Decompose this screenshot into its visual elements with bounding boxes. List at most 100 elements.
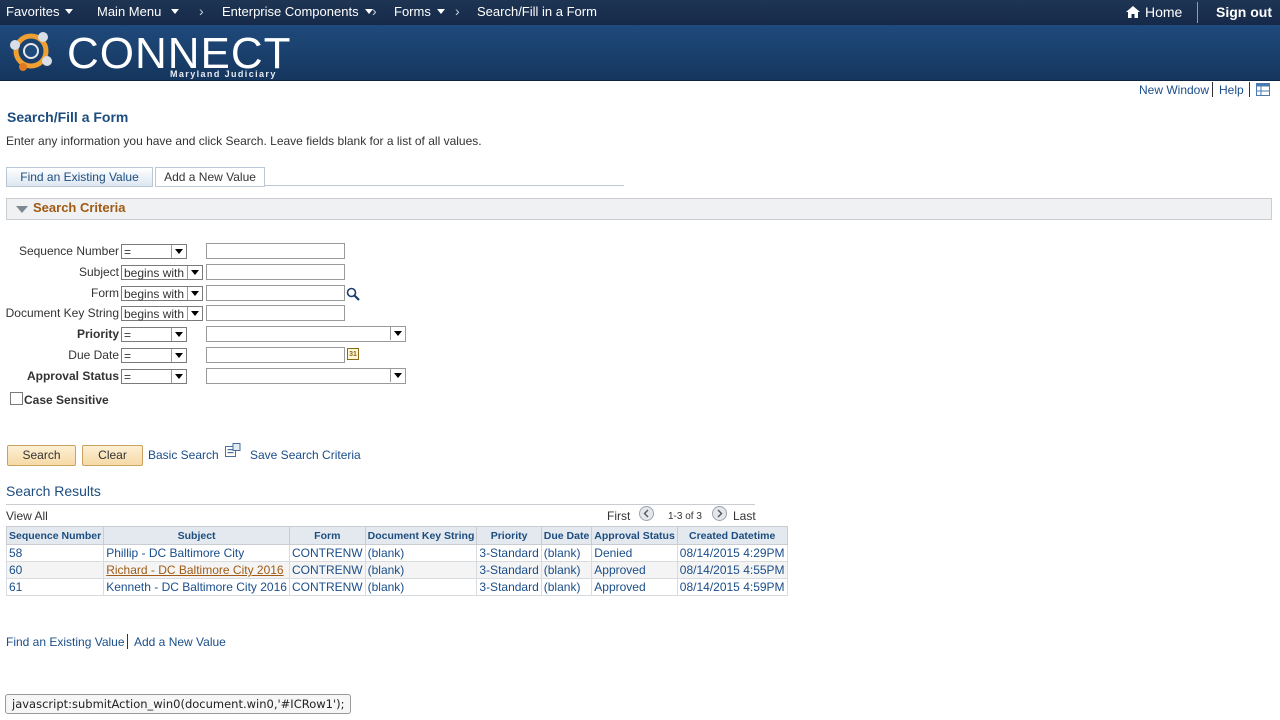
document-key-string-label: Document Key String: [5, 306, 119, 320]
view-all-link[interactable]: View All: [6, 509, 48, 523]
table-row[interactable]: 61 Kenneth - DC Baltimore City 2016 CONT…: [5, 578, 788, 596]
cell[interactable]: 08/14/2015 4:55PM: [676, 561, 788, 579]
cell[interactable]: Approved: [591, 561, 678, 579]
calendar-icon[interactable]: 31: [347, 348, 359, 360]
cell[interactable]: (blank): [364, 561, 478, 579]
new-window-link[interactable]: New Window: [1139, 83, 1209, 97]
home-label: Home: [1145, 4, 1183, 20]
search-criteria-label: Search Criteria: [33, 200, 126, 215]
cell[interactable]: CONTRENW: [288, 578, 366, 596]
cell[interactable]: Kenneth - DC Baltimore City 2016: [103, 578, 290, 596]
table-row[interactable]: 60 Richard - DC Baltimore City 2016 CONT…: [5, 561, 788, 579]
breadcrumb-separator-icon: ›: [372, 3, 377, 19]
cell[interactable]: CONTRENW: [288, 544, 366, 562]
cell[interactable]: (blank): [540, 578, 593, 596]
form-operator[interactable]: begins with: [121, 286, 203, 301]
cell[interactable]: (blank): [540, 561, 593, 579]
dropdown-arrow-icon: [171, 245, 186, 258]
cell[interactable]: Approved: [591, 578, 678, 596]
due-date-input[interactable]: [206, 347, 345, 363]
sequence-number-label: Sequence Number: [18, 244, 119, 258]
search-button[interactable]: Search: [7, 445, 76, 466]
next-page-icon[interactable]: [712, 506, 727, 521]
cell[interactable]: 3-Standard: [476, 561, 542, 579]
tab-underline: [264, 185, 624, 186]
chevron-down-icon: [436, 9, 445, 14]
cell[interactable]: (blank): [364, 578, 478, 596]
breadcrumb-separator-icon: ›: [455, 3, 460, 19]
approval-status-operator[interactable]: =: [121, 369, 187, 384]
form-input[interactable]: [206, 285, 345, 301]
sign-out-link[interactable]: Sign out: [1216, 4, 1272, 20]
document-key-string-operator[interactable]: begins with: [121, 306, 203, 321]
subject-input[interactable]: [206, 264, 345, 280]
favorites-menu[interactable]: Favorites: [6, 4, 74, 19]
main-menu-label: Main Menu: [97, 4, 162, 19]
column-header[interactable]: Approval Status: [591, 526, 678, 545]
cell[interactable]: 3-Standard: [476, 578, 542, 596]
priority-operator[interactable]: =: [121, 327, 187, 342]
priority-select[interactable]: [206, 326, 406, 342]
help-link[interactable]: Help: [1219, 83, 1244, 97]
column-header[interactable]: Document Key String: [364, 526, 478, 545]
lookup-magnifier-icon[interactable]: [346, 287, 360, 301]
cell[interactable]: 60: [5, 561, 105, 579]
due-date-label: Due Date: [68, 348, 119, 362]
subject-operator[interactable]: begins with: [121, 265, 203, 280]
operator-value: =: [124, 328, 132, 342]
cell[interactable]: (blank): [540, 544, 593, 562]
column-header[interactable]: Form: [288, 526, 366, 545]
clear-button[interactable]: Clear: [82, 445, 143, 466]
tab-find-existing-value[interactable]: Find an Existing Value: [6, 167, 153, 187]
personalize-page-icon[interactable]: [1256, 83, 1270, 96]
save-search-icon[interactable]: [225, 443, 241, 458]
cell[interactable]: Richard - DC Baltimore City 2016: [103, 561, 290, 579]
grid-header-row: Sequence Number Subject Form Document Ke…: [5, 526, 788, 545]
sequence-number-operator[interactable]: =: [121, 244, 187, 259]
column-header[interactable]: Priority: [476, 526, 542, 545]
case-sensitive-checkbox[interactable]: [10, 392, 23, 405]
breadcrumb-forms[interactable]: Forms: [394, 4, 445, 19]
document-key-string-input[interactable]: [206, 305, 345, 321]
home-link[interactable]: Home: [1126, 4, 1182, 20]
breadcrumb-separator-icon: ›: [199, 3, 204, 19]
divider: [1212, 82, 1213, 97]
basic-search-link[interactable]: Basic Search: [148, 448, 219, 462]
column-header[interactable]: Sequence Number: [5, 526, 105, 545]
approval-status-label: Approval Status: [26, 369, 119, 383]
cell[interactable]: 61: [5, 578, 105, 596]
search-criteria-header[interactable]: Search Criteria: [6, 198, 1272, 220]
case-sensitive-label: Case Sensitive: [24, 393, 109, 407]
divider: [1197, 2, 1198, 23]
column-header[interactable]: Due Date: [540, 526, 593, 545]
cell[interactable]: (blank): [364, 544, 478, 562]
cell[interactable]: Denied: [591, 544, 678, 562]
hovered-subject-link[interactable]: Richard - DC Baltimore City 2016: [106, 563, 283, 577]
due-date-operator[interactable]: =: [121, 348, 187, 363]
table-row[interactable]: 58 Phillip - DC Baltimore City CONTRENW …: [5, 544, 788, 562]
cell[interactable]: 08/14/2015 4:29PM: [676, 544, 788, 562]
top-nav-bar: Favorites Main Menu › Enterprise Compone…: [0, 0, 1280, 25]
last-label: Last: [733, 509, 756, 523]
column-header[interactable]: Subject: [103, 526, 290, 545]
sequence-number-input[interactable]: [206, 243, 345, 259]
cell[interactable]: Phillip - DC Baltimore City: [103, 544, 290, 562]
previous-page-icon[interactable]: [639, 506, 654, 521]
cell[interactable]: CONTRENW: [288, 561, 366, 579]
cell[interactable]: 08/14/2015 4:59PM: [676, 578, 788, 596]
operator-value: begins with: [124, 266, 185, 280]
operator-value: =: [124, 370, 132, 384]
save-search-criteria-link[interactable]: Save Search Criteria: [250, 448, 361, 462]
footer-add-new-link[interactable]: Add a New Value: [134, 635, 226, 649]
main-menu[interactable]: Main Menu: [97, 4, 180, 19]
breadcrumb-enterprise-components[interactable]: Enterprise Components: [222, 4, 373, 19]
divider: [127, 634, 128, 649]
cell[interactable]: 3-Standard: [476, 544, 542, 562]
cell[interactable]: 58: [5, 544, 105, 562]
tab-add-new-value[interactable]: Add a New Value: [155, 167, 265, 187]
footer-find-existing-link[interactable]: Find an Existing Value: [6, 635, 125, 649]
approval-status-select[interactable]: [206, 368, 406, 384]
operator-value: =: [124, 245, 132, 259]
column-header[interactable]: Created Datetime: [676, 526, 788, 545]
divider: [1249, 82, 1250, 97]
